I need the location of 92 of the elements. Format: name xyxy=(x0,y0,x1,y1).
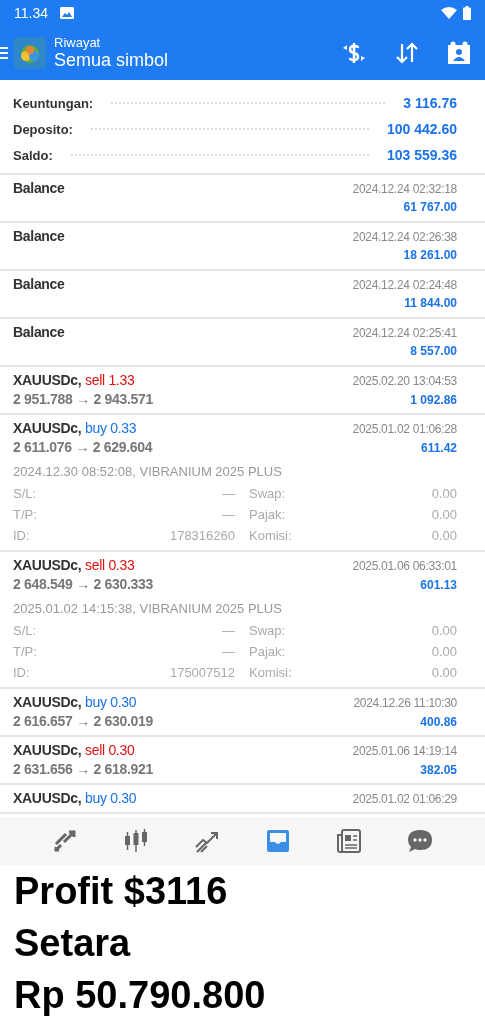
detail-label: T/P: xyxy=(13,644,38,659)
row-title: XAUUSDc, buy 0.33 xyxy=(13,419,137,438)
balance-row[interactable]: Balance 2024.12.24 02:25:41 8 557.00 xyxy=(0,319,485,367)
trade-row[interactable]: XAUUSDc, sell 1.33 2025.02.20 13:04:53 2 951.788 → 2 943.571 1 092.86 xyxy=(0,367,485,415)
detail-value: — xyxy=(221,623,235,638)
battery-icon xyxy=(463,6,471,20)
app-logo-icon xyxy=(14,37,46,69)
detail-value: 0.00 xyxy=(430,507,457,522)
row-prices: 2 616.657 → 2 630.019 xyxy=(13,712,154,731)
detail-label: T/P: xyxy=(13,507,38,522)
balance-row[interactable]: Balance 2024.12.24 02:26:38 18 261.00 xyxy=(0,223,485,271)
detail-value: — xyxy=(221,486,235,501)
sort-icon[interactable] xyxy=(395,41,419,65)
row-amount: 601.13 xyxy=(420,577,457,594)
detail-label: Komisi: xyxy=(248,665,293,680)
chat-bubble-icon[interactable] xyxy=(405,827,434,855)
row-time: 2025.02.20 13:04:53 xyxy=(352,373,457,390)
summary-value: 3 116.76 xyxy=(403,95,457,111)
row-time: 2025.01.06 14:19:14 xyxy=(352,743,457,760)
image-icon xyxy=(60,7,74,19)
row-time: 2025.01.02 01:06:29 xyxy=(352,791,457,808)
detail-label: ID: xyxy=(13,665,31,680)
trade-row[interactable]: XAUUSDc, sell 0.33 2025.01.06 06:33:01 2 648.549 → 2 630.333 601.13 2025.01.02 14:15:38, VIBRANIUM 2025 PLUS S/L: — Swap: 0.00 T/P: — Pajak: 0.00 ID: 175007512 Komisi: 0.00 xyxy=(0,552,485,689)
calendar-person-icon[interactable] xyxy=(447,41,471,65)
row-amount: 1 092.86 xyxy=(410,392,457,409)
summary-label: Saldo: xyxy=(13,147,53,163)
balance-row[interactable]: Balance 2024.12.24 02:32:18 61 767.00 xyxy=(0,175,485,223)
balance-row[interactable]: Balance 2024.12.24 02:24:48 11 844.00 xyxy=(0,271,485,319)
detail-label: Pajak: xyxy=(248,507,287,522)
detail-value: 0.00 xyxy=(430,486,457,501)
trade-row[interactable]: XAUUSDc, buy 0.30 2025.01.02 01:06:29 xyxy=(0,785,485,814)
trade-row[interactable]: XAUUSDc, sell 0.30 2025.01.06 14:19:14 2 631.656 → 2 618.921 382.05 xyxy=(0,737,485,785)
detail-value: 0.00 xyxy=(430,665,457,680)
open-info: 2025.01.02 14:15:38, VIBRANIUM 2025 PLUS xyxy=(13,600,283,618)
currency-exchange-icon[interactable] xyxy=(341,40,367,66)
detail-label: S/L: xyxy=(13,623,38,638)
row-time: 2024.12.24 02:32:18 xyxy=(352,181,457,198)
row-title: XAUUSDc, sell 0.33 xyxy=(13,556,135,575)
caption-text: Profit $3116 xyxy=(14,869,229,914)
row-time: 2024.12.24 02:24:48 xyxy=(352,277,457,294)
row-prices: 2 951.788 → 2 943.571 xyxy=(13,390,154,409)
detail-value: — xyxy=(221,507,235,522)
row-amount: 8 557.00 xyxy=(410,343,457,360)
detail-value: 178316260 xyxy=(168,528,235,543)
summary-label: Keuntungan: xyxy=(13,95,94,111)
detail-label: Pajak: xyxy=(248,644,287,659)
row-title: Balance xyxy=(13,179,65,198)
screen-title[interactable]: Semua simbol xyxy=(54,50,313,71)
detail-value: 175007512 xyxy=(168,665,235,680)
row-amount: 18 261.00 xyxy=(403,247,457,264)
row-title: Balance xyxy=(13,227,65,246)
row-time: 2024.12.24 02:25:41 xyxy=(352,325,457,342)
row-amount: 611.42 xyxy=(420,440,457,457)
row-title: XAUUSDc, buy 0.30 xyxy=(13,693,137,712)
row-time: 2025.01.02 01:06:28 xyxy=(352,421,457,438)
row-title: XAUUSDc, sell 0.30 xyxy=(13,741,135,760)
row-title: XAUUSDc, buy 0.30 xyxy=(13,789,137,808)
detail-value: 0.00 xyxy=(430,644,457,659)
detail-label: Swap: xyxy=(248,486,287,501)
screen-subtitle: Riwayat xyxy=(54,35,102,50)
caption-text: Rp 50.790.800 xyxy=(14,973,267,1018)
caption-text: Setara xyxy=(14,921,132,966)
row-time: 2024.12.24 02:26:38 xyxy=(352,229,457,246)
detail-label: Swap: xyxy=(248,623,287,638)
trade-row[interactable]: XAUUSDc, buy 0.33 2025.01.02 01:06:28 2 611.076 → 2 629.604 611.42 2024.12.30 08:52:08, VIBRANIUM 2025 PLUS S/L: — Swap: 0.00 T/P: — Pajak: 0.00 ID: 178316260 Komisi: 0.00 xyxy=(0,415,485,552)
wifi-icon xyxy=(441,7,457,19)
row-time: 2025.01.06 06:33:01 xyxy=(352,558,457,575)
row-amount: 61 767.00 xyxy=(403,199,457,216)
newspaper-icon[interactable] xyxy=(334,827,363,855)
open-info: 2024.12.30 08:52:08, VIBRANIUM 2025 PLUS xyxy=(13,463,283,481)
detail-label: S/L: xyxy=(13,486,38,501)
row-amount: 382.05 xyxy=(420,762,457,779)
row-prices: 2 611.076 → 2 629.604 xyxy=(13,438,153,457)
trade-row[interactable]: XAUUSDc, buy 0.30 2024.12.26 11:10:30 2 616.657 → 2 630.019 400.86 xyxy=(0,689,485,737)
detail-label: Komisi: xyxy=(248,528,293,543)
menu-icon[interactable] xyxy=(0,46,8,60)
detail-value: 0.00 xyxy=(430,623,457,638)
row-amount: 11 844.00 xyxy=(404,295,457,312)
row-prices: 2 648.549 → 2 630.333 xyxy=(13,575,154,594)
row-amount: 400.86 xyxy=(420,714,457,731)
detail-label: ID: xyxy=(13,528,31,543)
row-title: XAUUSDc, sell 1.33 xyxy=(13,371,135,390)
summary-label: Deposito: xyxy=(13,121,73,137)
row-time: 2024.12.26 11:10:30 xyxy=(353,695,457,712)
detail-value: 0.00 xyxy=(430,528,457,543)
clock: 11.34 xyxy=(14,5,48,21)
row-prices: 2 631.656 → 2 618.921 xyxy=(13,760,154,779)
summary-value: 103 559.36 xyxy=(386,147,457,163)
detail-value: — xyxy=(221,644,235,659)
row-title: Balance xyxy=(13,323,65,342)
row-title: Balance xyxy=(13,275,65,294)
summary-value: 100 442.60 xyxy=(386,121,457,137)
